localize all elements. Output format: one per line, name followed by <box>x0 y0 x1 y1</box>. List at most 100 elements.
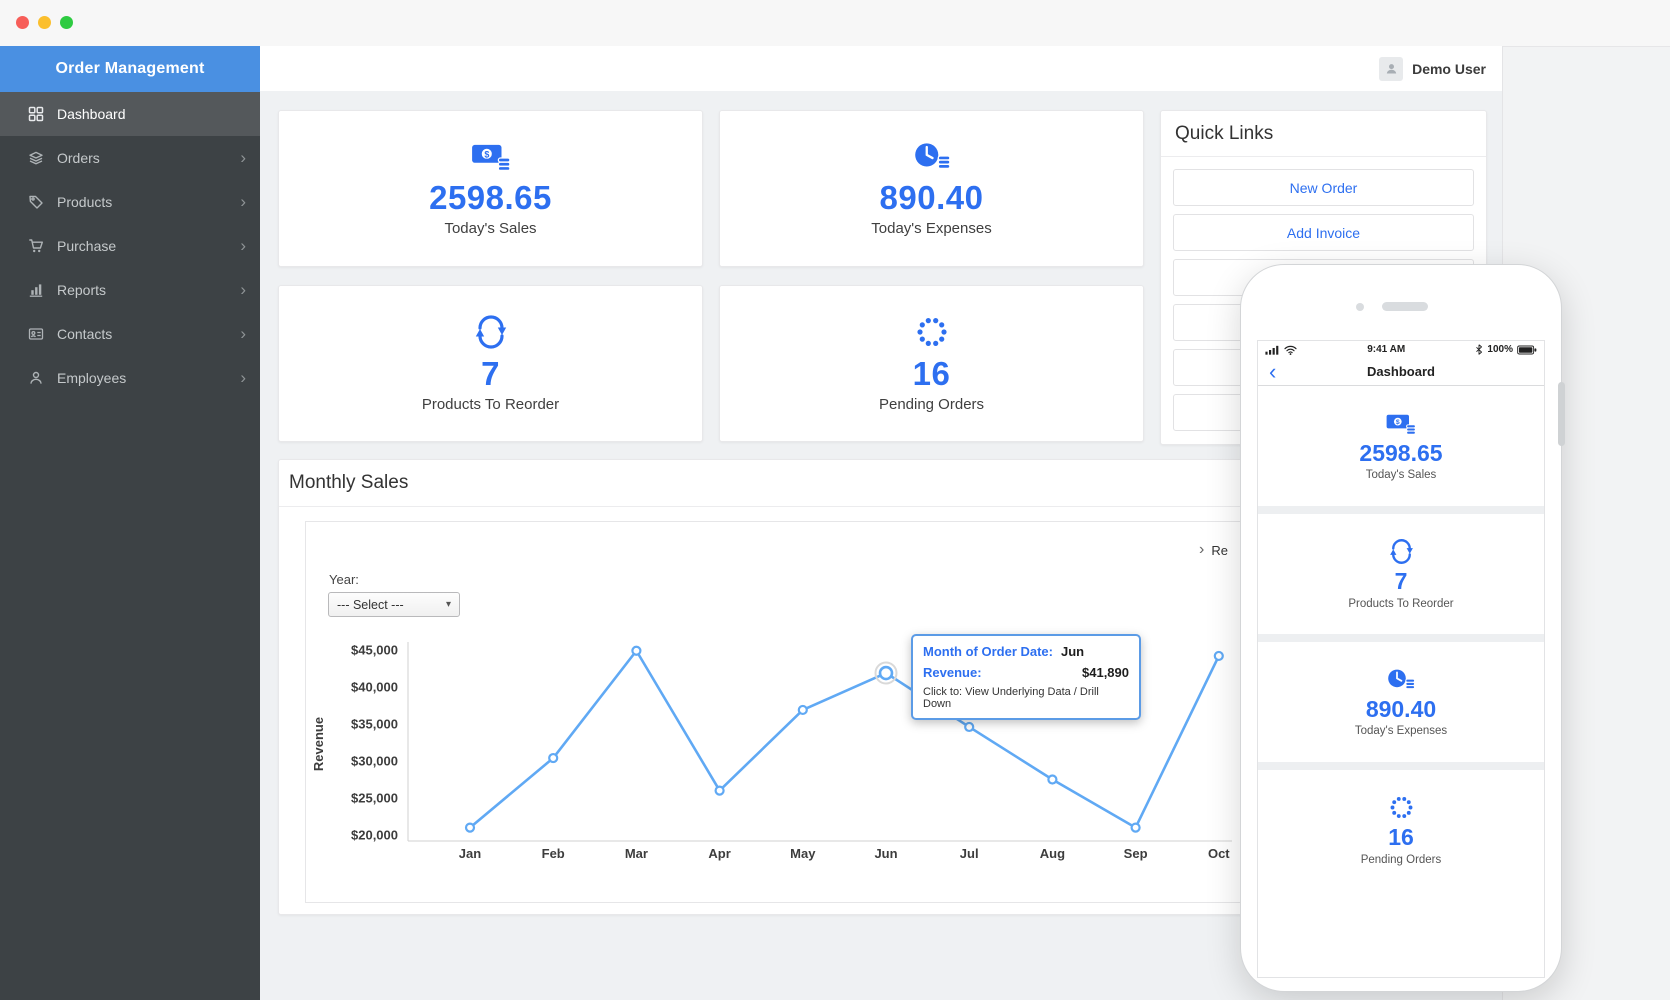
pending-icon <box>1388 794 1415 821</box>
phone-speaker-icon <box>1382 302 1428 311</box>
svg-text:Jul: Jul <box>960 846 979 861</box>
quick-links-title: Quick Links <box>1161 111 1486 157</box>
products-icon <box>28 194 44 210</box>
signal-icon <box>1265 345 1280 355</box>
stat-label: Today's Sales <box>1365 469 1437 482</box>
svg-text:Aug: Aug <box>1040 846 1065 861</box>
sidebar-item-reports[interactable]: Reports › <box>0 268 260 312</box>
year-filter-label: Year: <box>329 572 359 587</box>
stat-label: Pending Orders <box>878 395 985 413</box>
phone-mockup: 9:41 AM 100% ‹ Dashboard 2598.65 Today's… <box>1240 264 1565 992</box>
sidebar-item-label: Employees <box>57 370 127 386</box>
reorder-icon <box>472 314 510 350</box>
zoom-window-button[interactable] <box>60 16 73 29</box>
legend-label: Re <box>1211 542 1228 558</box>
stat-value: 2598.65 <box>1359 439 1443 466</box>
svg-text:Revenue: Revenue <box>311 717 326 771</box>
pending-icon <box>913 314 951 350</box>
phone-battery-percent: 100% <box>1487 344 1513 355</box>
topbar: Demo User <box>260 46 1502 91</box>
sidebar-item-purchase[interactable]: Purchase › <box>0 224 260 268</box>
stat-value: 16 <box>1388 824 1414 851</box>
expenses-icon <box>911 140 953 174</box>
sidebar-item-employees[interactable]: Employees › <box>0 356 260 400</box>
tooltip-revenue-value: $41,890 <box>1082 665 1129 680</box>
user-menu[interactable]: Demo User <box>1379 46 1486 91</box>
stat-card-todays-sales[interactable]: 2598.65 Today's Sales <box>278 110 703 267</box>
chevron-right-icon: › <box>240 367 246 387</box>
screenshot-canvas: Order Management Dashboard Orders › Prod… <box>0 0 1670 1000</box>
sales-icon <box>470 140 512 174</box>
reorder-icon <box>1388 538 1415 565</box>
dashboard-icon <box>28 106 44 122</box>
stat-value: 890.40 <box>1365 695 1437 722</box>
sidebar-item-label: Reports <box>57 282 107 298</box>
stat-value: 890.40 <box>879 179 984 217</box>
chevron-right-icon: › <box>240 279 246 299</box>
stat-label: Products To Reorder <box>421 395 560 413</box>
quick-link-add-invoice[interactable]: Add Invoice <box>1173 214 1474 251</box>
tooltip-revenue-label: Revenue: <box>923 665 982 680</box>
svg-text:$45,000: $45,000 <box>351 643 398 658</box>
employees-icon <box>28 370 44 386</box>
stat-card-pending-orders[interactable]: 16 Pending Orders <box>719 285 1144 442</box>
stat-card-todays-expenses[interactable]: 890.40 Today's Expenses <box>719 110 1144 267</box>
stat-value: 7 <box>481 355 500 393</box>
tooltip-month-value: Jun <box>1061 644 1085 659</box>
svg-text:$20,000: $20,000 <box>351 828 398 843</box>
battery-icon <box>1517 345 1537 355</box>
close-window-button[interactable] <box>16 16 29 29</box>
phone-stat-card-products-to-reorder: 7 Products To Reorder <box>1258 514 1544 634</box>
stat-label: Today's Sales <box>444 219 537 237</box>
phone-stat-card-todays-sales: 2598.65 Today's Sales <box>1258 386 1544 506</box>
window-titlebar <box>0 0 1670 47</box>
sidebar-item-label: Products <box>57 194 113 210</box>
phone-side-button <box>1558 382 1565 446</box>
stat-label: Products To Reorder <box>1348 597 1454 610</box>
stat-label: Today's Expenses <box>1354 725 1448 738</box>
quick-link-new-order[interactable]: New Order <box>1173 169 1474 206</box>
year-select[interactable]: --- Select --- ▾ <box>328 592 460 617</box>
sidebar-item-contacts[interactable]: Contacts › <box>0 312 260 356</box>
bluetooth-icon <box>1475 344 1483 355</box>
orders-icon <box>28 150 44 166</box>
tooltip-month-row: Month of Order Date: Jun <box>923 644 1129 659</box>
sidebar-item-label: Purchase <box>57 238 117 254</box>
svg-text:Jun: Jun <box>874 846 897 861</box>
stat-card-products-to-reorder[interactable]: 7 Products To Reorder <box>278 285 703 442</box>
phone-status-bar: 9:41 AM 100% <box>1258 341 1544 358</box>
tooltip-month-label: Month of Order Date: <box>923 644 1053 659</box>
svg-text:$35,000: $35,000 <box>351 717 398 732</box>
sidebar-item-products[interactable]: Products › <box>0 180 260 224</box>
chart-legend[interactable]: › Re <box>1199 542 1228 558</box>
stat-value: 7 <box>1394 568 1408 595</box>
stat-value: 2598.65 <box>429 179 552 217</box>
app-title: Order Management <box>0 46 260 92</box>
sidebar-item-orders[interactable]: Orders › <box>0 136 260 180</box>
svg-text:Sep: Sep <box>1124 846 1148 861</box>
phone-page-title: Dashboard <box>1367 364 1435 379</box>
sidebar-item-label: Dashboard <box>57 106 126 122</box>
tooltip-hint: Click to: View Underlying Data / Drill D… <box>923 686 1099 710</box>
expenses-icon <box>1385 667 1417 693</box>
purchase-icon <box>28 238 44 254</box>
minimize-window-button[interactable] <box>38 16 51 29</box>
reports-icon <box>28 282 44 298</box>
svg-text:$30,000: $30,000 <box>351 754 398 769</box>
year-select-value: --- Select --- <box>337 597 404 612</box>
user-name: Demo User <box>1412 60 1486 77</box>
svg-text:Feb: Feb <box>542 846 565 861</box>
contacts-icon <box>28 326 44 342</box>
phone-time: 9:41 AM <box>1367 344 1406 355</box>
svg-text:Jan: Jan <box>459 846 481 861</box>
chevron-right-icon: › <box>240 147 246 167</box>
chevron-right-icon: › <box>240 323 246 343</box>
phone-nav-bar: ‹ Dashboard <box>1258 358 1544 386</box>
svg-text:Apr: Apr <box>708 846 730 861</box>
svg-text:$25,000: $25,000 <box>351 791 398 806</box>
stat-value: 16 <box>912 355 951 393</box>
chevron-right-icon: › <box>240 191 246 211</box>
svg-text:$40,000: $40,000 <box>351 680 398 695</box>
phone-card-list: 2598.65 Today's Sales 7 Products To Reor… <box>1258 386 1544 890</box>
sidebar-item-dashboard[interactable]: Dashboard <box>0 92 260 136</box>
